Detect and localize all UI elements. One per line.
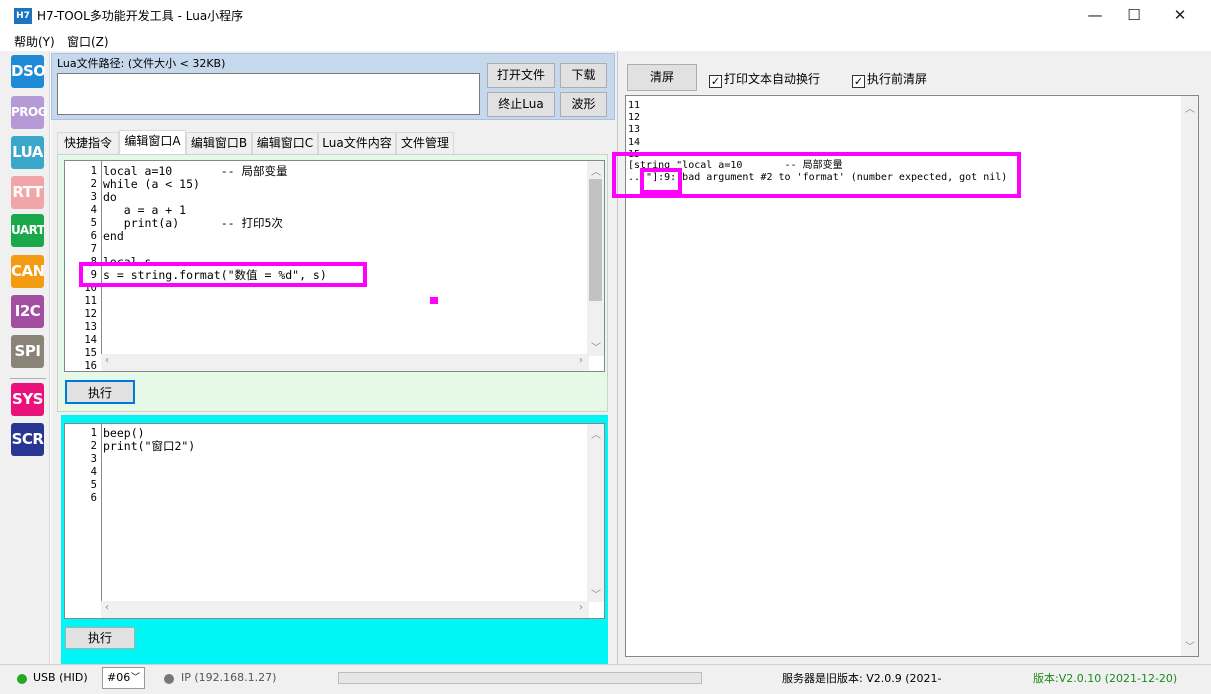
usb-status: USB (HID)	[33, 671, 88, 684]
line-number: 1	[90, 427, 97, 439]
output-line: 13	[628, 124, 641, 135]
title-bar: H7 H7-TOOL多功能开发工具 - Lua小程序 — ☐ ✕	[0, 0, 1211, 31]
line-number: 3	[90, 453, 97, 465]
error-line-highlight	[79, 262, 367, 287]
run-editor-b-button[interactable]: 执行	[65, 627, 135, 649]
menu-help[interactable]: 帮助(Y)	[14, 33, 55, 50]
scroll-right-icon[interactable]: ›	[579, 602, 583, 613]
lua-path-input[interactable]	[57, 73, 480, 115]
wrap-checkbox[interactable]: ✓ 打印文本自动换行	[709, 70, 820, 88]
checkbox-checked-icon[interactable]: ✓	[852, 75, 865, 88]
status-bar: USB (HID) #06 ﹀ IP (192.168.1.27) 服务器是旧版…	[0, 664, 1211, 694]
code-line: print("窗口2")	[103, 439, 196, 453]
line-number: 4	[90, 466, 97, 478]
tool-dso-button[interactable]: DSO	[11, 55, 46, 88]
server-version: 服务器是旧版本: V2.0.9 (2021-	[782, 672, 942, 685]
lua-path-label: Lua文件路径: (文件大小 < 32KB)	[57, 57, 226, 70]
editor-b-hscrollbar[interactable]: ‹ ›	[101, 601, 589, 618]
window-title: H7-TOOL多功能开发工具 - Lua小程序	[37, 9, 244, 23]
code-line: end	[103, 229, 124, 243]
editor-b[interactable]: 123456 beep() print("窗口2") ︿ ﹀ ‹ ›	[64, 423, 605, 619]
ip-status: IP (192.168.1.27)	[181, 671, 277, 684]
editor-b-vscrollbar[interactable]: ︿ ﹀	[587, 424, 604, 602]
scroll-up-icon[interactable]: ︿	[591, 426, 601, 441]
tool-scr-button[interactable]: SCR	[11, 423, 44, 456]
line-number: 2	[90, 440, 97, 452]
device-select[interactable]: #06 ﹀	[102, 667, 145, 689]
line-number: 15	[84, 347, 97, 359]
output-line: 12	[628, 112, 641, 123]
line-number: 6	[90, 230, 97, 242]
scroll-up-icon[interactable]: ︿	[591, 163, 601, 178]
code-line: while (a < 15)	[103, 177, 200, 191]
line-number: 5	[90, 217, 97, 229]
line-number: 2	[90, 178, 97, 190]
tool-lua-button[interactable]: LUA	[11, 136, 44, 169]
clear-before-run-checkbox[interactable]: ✓ 执行前清屏	[852, 70, 927, 88]
scroll-up-icon[interactable]: ︿	[1185, 100, 1195, 115]
scroll-left-icon[interactable]: ‹	[105, 355, 109, 366]
menu-window[interactable]: 窗口(Z)	[67, 33, 109, 50]
editor-a-hscrollbar[interactable]: ‹ ›	[101, 354, 589, 371]
app-version: 版本:V2.0.10 (2021-12-20)	[1033, 672, 1178, 685]
scroll-down-icon[interactable]: ﹀	[1185, 638, 1195, 653]
scroll-thumb[interactable]	[589, 179, 602, 301]
tab-file-manager[interactable]: 文件管理	[396, 132, 454, 154]
code-line: print(a) -- 打印5次	[103, 216, 283, 230]
line-number: 6	[90, 492, 97, 504]
line-number: 7	[90, 243, 97, 255]
line-number-gutter: 123456	[65, 424, 101, 618]
open-file-button[interactable]: 打开文件	[487, 63, 555, 88]
usb-status-icon	[17, 674, 27, 684]
tool-sys-button[interactable]: SYS	[11, 383, 44, 416]
scroll-left-icon[interactable]: ‹	[105, 602, 109, 613]
progress-bar	[338, 672, 702, 684]
checkbox-checked-icon[interactable]: ✓	[709, 75, 722, 88]
tool-prog-button[interactable]: PROG	[11, 96, 48, 129]
menu-bar: 帮助(Y) 窗口(Z)	[0, 31, 1211, 51]
line-number: 4	[90, 204, 97, 216]
tool-rtt-button[interactable]: RTT	[11, 176, 44, 209]
line-number: 1	[90, 165, 97, 177]
stop-lua-button[interactable]: 终止Lua	[487, 92, 555, 117]
run-editor-a-button[interactable]: 执行	[65, 380, 135, 404]
line-number: 12	[84, 308, 97, 320]
line-number: 13	[84, 321, 97, 333]
tab-lua-file-content[interactable]: Lua文件内容	[318, 132, 396, 154]
toolbar-separator	[10, 378, 46, 379]
line-number: 16	[84, 360, 97, 372]
tool-uart-button[interactable]: UART	[11, 214, 45, 247]
clear-output-button[interactable]: 清屏	[627, 64, 697, 91]
output-vscrollbar[interactable]: ︿ ﹀	[1181, 96, 1198, 656]
line-number: 11	[84, 295, 97, 307]
tool-spi-button[interactable]: SPI	[11, 335, 44, 368]
close-button[interactable]: ✕	[1157, 0, 1203, 31]
ip-status-icon	[164, 674, 174, 684]
maximize-button[interactable]: ☐	[1111, 0, 1157, 31]
scroll-down-icon[interactable]: ﹀	[591, 586, 601, 601]
output-line: 14	[628, 137, 641, 148]
tab-quick-commands[interactable]: 快捷指令	[57, 132, 119, 154]
tool-i2c-button[interactable]: I2C	[11, 295, 44, 328]
tab-editor-a[interactable]: 编辑窗口A	[119, 130, 186, 154]
line-number: 14	[84, 334, 97, 346]
annotation-marker	[430, 297, 438, 304]
app-icon: H7	[14, 8, 32, 24]
download-button[interactable]: 下载	[560, 63, 607, 88]
output-line: 11	[628, 100, 641, 111]
line-number: 3	[90, 191, 97, 203]
editor-a-vscrollbar[interactable]: ︿ ﹀	[587, 161, 604, 356]
scroll-down-icon[interactable]: ﹀	[591, 339, 601, 354]
scroll-right-icon[interactable]: ›	[579, 355, 583, 366]
chevron-down-icon: ﹀	[130, 673, 140, 683]
tab-editor-b[interactable]: 编辑窗口B	[186, 132, 252, 154]
tool-can-button[interactable]: CAN	[11, 255, 45, 288]
line-number: 5	[90, 479, 97, 491]
error-line-number-highlight	[640, 168, 682, 194]
waveform-button[interactable]: 波形	[560, 92, 607, 117]
tab-editor-c[interactable]: 编辑窗口C	[252, 132, 318, 154]
